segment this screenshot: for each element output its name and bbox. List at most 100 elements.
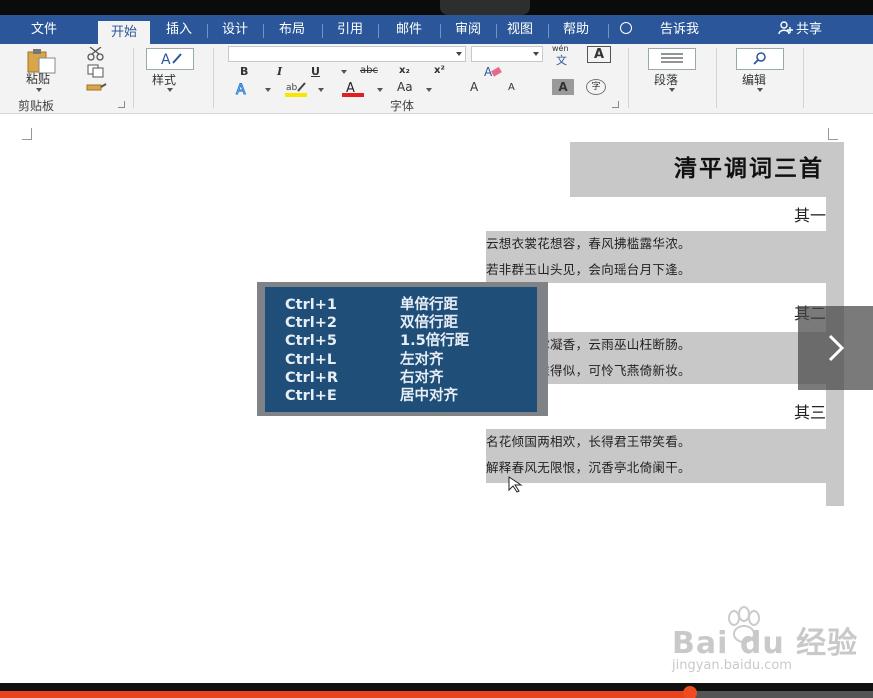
shortcut-popup: Ctrl+1 单倍行距 Ctrl+2 双倍行距 Ctrl+5 1.5倍行距 Ctrl+…: [265, 287, 537, 412]
group-divider: [716, 48, 717, 108]
share-button[interactable]: 共享: [778, 15, 822, 44]
tab-file[interactable]: 文件: [14, 15, 74, 44]
group-divider: [803, 48, 804, 108]
text-effects-icon[interactable]: A: [234, 81, 258, 98]
styles-gallery-icon[interactable]: A: [146, 48, 194, 70]
format-painter-icon[interactable]: [86, 80, 108, 94]
italic-button[interactable]: I: [277, 65, 282, 78]
chevron-down-icon[interactable]: [456, 52, 462, 56]
group-divider: [628, 48, 629, 108]
search-icon[interactable]: [736, 48, 784, 70]
tab-divider: [548, 24, 549, 38]
editing-dropdown-icon[interactable]: [757, 88, 763, 92]
shortcut-row: Ctrl+L 左对齐: [285, 351, 444, 369]
paste-dropdown-icon[interactable]: [36, 88, 42, 92]
ribbon-home: 粘贴 剪贴板 A 样式 wén 文 A B I U abc x₂ x² A A …: [0, 44, 873, 114]
person-icon: [778, 21, 793, 35]
shortcut-row: Ctrl+R 右对齐: [285, 369, 444, 387]
poem-line[interactable]: 云想衣裳花想容，春风拂槛露华浓。: [486, 231, 828, 257]
tab-home[interactable]: 开始: [98, 21, 150, 44]
change-case-button[interactable]: Aa: [397, 80, 413, 94]
shortcut-action: 单倍行距: [400, 297, 458, 313]
tab-references[interactable]: 引用: [325, 15, 375, 44]
underline-dropdown-icon[interactable]: [341, 70, 347, 74]
grow-font-button[interactable]: A: [470, 80, 478, 94]
font-color-icon[interactable]: A: [340, 80, 366, 98]
margin-corner-mark: [22, 128, 32, 140]
document-title[interactable]: 清平调词三首: [570, 142, 828, 197]
share-label: 共享: [796, 22, 823, 37]
copy-icon[interactable]: [86, 64, 106, 78]
progress-knob[interactable]: [682, 686, 697, 698]
shortcut-action: 右对齐: [400, 370, 444, 386]
group-divider: [133, 48, 134, 108]
tell-me-box[interactable]: 告诉我: [620, 15, 699, 44]
shortcut-action: 居中对齐: [400, 388, 458, 404]
poem-line[interactable]: 若非群玉山头见，会向瑶台月下逢。: [486, 257, 828, 283]
poem-heading[interactable]: 其一: [760, 202, 826, 226]
phonetic-guide-icon[interactable]: 文: [556, 52, 567, 68]
paste-label[interactable]: 粘贴: [26, 70, 50, 87]
poem-line[interactable]: 解释春风无限恨，沉香亭北倚阑干。: [486, 455, 828, 483]
next-arrow-button[interactable]: [798, 306, 873, 390]
paragraph-label[interactable]: 段落: [654, 71, 678, 88]
tab-insert[interactable]: 插入: [154, 15, 204, 44]
clipboard-launcher-icon[interactable]: [118, 101, 125, 108]
font-size-combo[interactable]: [471, 46, 543, 62]
superscript-button[interactable]: x²: [434, 65, 445, 76]
font-group-label: 字体: [390, 99, 415, 113]
clipboard-group-label: 剪贴板: [18, 99, 55, 113]
bold-button[interactable]: B: [240, 65, 248, 78]
tab-help[interactable]: 帮助: [552, 15, 600, 44]
clear-format-icon[interactable]: A: [482, 64, 504, 78]
shortcut-keys: Ctrl+E: [285, 388, 337, 404]
shrink-font-button[interactable]: A: [508, 82, 515, 93]
tab-divider: [608, 24, 609, 38]
change-case-dropdown-icon[interactable]: [426, 88, 432, 92]
tab-divider: [207, 24, 208, 38]
shortcut-keys: Ctrl+R: [285, 370, 339, 386]
underline-button[interactable]: U: [311, 65, 320, 78]
enclose-char-icon[interactable]: A: [587, 46, 611, 63]
group-divider: [213, 48, 214, 108]
tab-divider: [263, 24, 264, 38]
font-launcher-icon[interactable]: [612, 101, 619, 108]
tab-divider: [440, 24, 441, 38]
editing-label[interactable]: 编辑: [742, 71, 766, 88]
tab-design[interactable]: 设计: [210, 15, 260, 44]
svg-text:A: A: [161, 52, 171, 68]
chevron-down-icon[interactable]: [533, 52, 539, 56]
paragraph-dropdown-icon[interactable]: [669, 88, 675, 92]
styles-label[interactable]: 样式: [152, 71, 176, 88]
tab-view[interactable]: 视图: [498, 15, 542, 44]
poem-heading[interactable]: 其三: [760, 399, 826, 423]
text-effects-dropdown-icon[interactable]: [265, 88, 271, 92]
highlight-dropdown-icon[interactable]: [318, 88, 324, 92]
paragraph-icon[interactable]: [648, 48, 696, 70]
strikethrough-button[interactable]: abc: [360, 65, 378, 76]
mouse-pointer-icon: [508, 476, 523, 493]
font-name-combo[interactable]: [228, 46, 466, 62]
shortcut-row: Ctrl+2 双倍行距: [285, 314, 458, 332]
video-top-handle: [440, 0, 530, 15]
shortcut-row: Ctrl+1 单倍行距: [285, 296, 458, 314]
poem-line[interactable]: 名花倾国两相欢，长得君王带笑看。: [486, 429, 828, 455]
enclose-characters-button[interactable]: 字: [586, 79, 606, 95]
tab-mailings[interactable]: 邮件: [381, 15, 437, 44]
svg-text:A: A: [236, 82, 246, 97]
tab-divider: [322, 24, 323, 38]
tab-review[interactable]: 审阅: [442, 15, 494, 44]
char-shading-button[interactable]: A: [552, 79, 574, 95]
shortcut-keys: Ctrl+1: [285, 297, 337, 313]
lightbulb-icon: [620, 22, 632, 34]
cut-icon[interactable]: [86, 47, 106, 61]
highlight-icon[interactable]: ab: [283, 80, 311, 98]
video-progress-bar[interactable]: [0, 683, 873, 698]
tab-layout[interactable]: 布局: [266, 15, 318, 44]
font-color-dropdown-icon[interactable]: [377, 88, 383, 92]
shortcut-keys: Ctrl+2: [285, 315, 337, 331]
styles-dropdown-icon[interactable]: [167, 88, 173, 92]
shortcut-row: Ctrl+E 居中对齐: [285, 387, 458, 405]
shortcut-action: 左对齐: [400, 352, 444, 368]
subscript-button[interactable]: x₂: [399, 65, 410, 76]
